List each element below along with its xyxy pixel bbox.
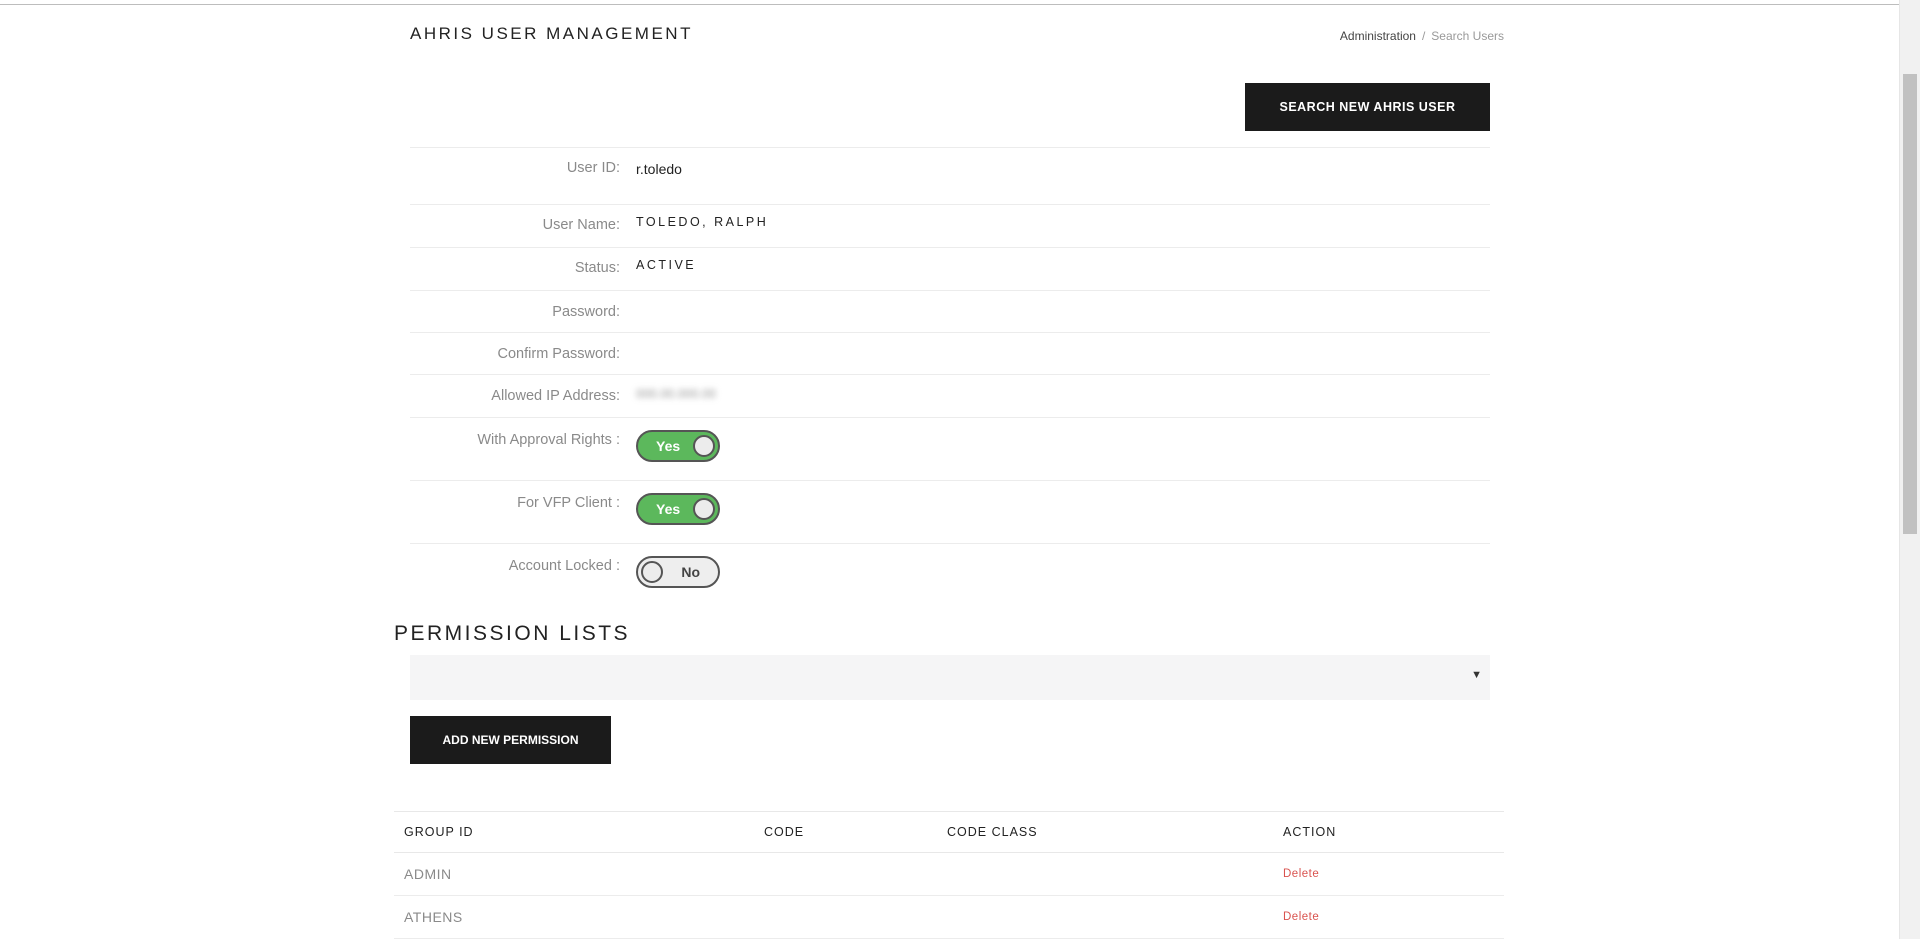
user-name-value: TOLEDO, RALPH [636, 215, 769, 229]
account-locked-state: No [681, 564, 700, 580]
code-cell [754, 852, 937, 896]
column-header-code-class[interactable]: CODE CLASS [937, 811, 1273, 853]
column-header-code[interactable]: CODE [754, 811, 937, 853]
account-locked-row: Account Locked : No [410, 543, 1490, 607]
user-name-row: User Name: TOLEDO, RALPH [410, 204, 1490, 248]
group-id-cell: ADMIN [394, 852, 754, 896]
table-row: ADMIN Delete [394, 852, 1504, 896]
toggle-knob [693, 435, 715, 457]
code-cell [754, 895, 937, 939]
dropdown-arrow-icon: ▼ [1471, 669, 1482, 681]
toggle-knob [693, 498, 715, 520]
table-row: ATHENS Delete [394, 895, 1504, 939]
scrollbar-thumb[interactable] [1903, 74, 1917, 534]
permissions-table: GROUP ID CODE CODE CLASS ACTION ADMIN De… [394, 811, 1504, 939]
password-label: Password: [552, 304, 620, 320]
delete-link[interactable]: Delete [1273, 852, 1504, 896]
approval-rights-toggle[interactable]: Yes [636, 430, 720, 462]
approval-rights-row: With Approval Rights : Yes [410, 417, 1490, 481]
user-id-value: r.toledo [636, 161, 682, 177]
confirm-password-label: Confirm Password: [497, 346, 620, 362]
allowed-ip-label: Allowed IP Address: [491, 388, 620, 404]
permission-select[interactable]: ▼ [410, 655, 1490, 700]
status-value: ACTIVE [636, 258, 697, 272]
delete-link[interactable]: Delete [1273, 895, 1504, 939]
status-label: Status: [574, 260, 620, 276]
approval-rights-label: With Approval Rights : [477, 432, 620, 448]
column-header-group-id[interactable]: GROUP ID [394, 811, 754, 853]
breadcrumb-administration[interactable]: Administration [1340, 29, 1416, 43]
code-class-cell [937, 852, 1273, 896]
account-locked-label: Account Locked : [508, 558, 620, 574]
permission-lists-title: PERMISSION LISTS [394, 622, 631, 645]
allowed-ip-row: Allowed IP Address: 000.00.000.00 [410, 374, 1490, 418]
group-id-cell: ATHENS [394, 895, 754, 939]
user-name-label: User Name: [542, 217, 620, 233]
vertical-scrollbar[interactable] [1899, 0, 1920, 939]
user-id-row: User ID: r.toledo [410, 147, 1490, 205]
breadcrumb: Administration / Search Users [1340, 29, 1504, 43]
status-row: Status: ACTIVE [410, 247, 1490, 291]
approval-rights-state: Yes [656, 438, 681, 454]
vfp-client-state: Yes [656, 501, 681, 517]
breadcrumb-separator: / [1421, 29, 1426, 43]
vfp-client-row: For VFP Client : Yes [410, 480, 1490, 544]
confirm-password-row: Confirm Password: [410, 332, 1490, 375]
password-row: Password: [410, 290, 1490, 333]
code-class-cell [937, 895, 1273, 939]
top-border [0, 4, 1920, 5]
user-id-label: User ID: [566, 160, 620, 176]
column-header-action: ACTION [1273, 811, 1504, 853]
add-new-permission-button[interactable]: ADD NEW PERMISSION [410, 716, 611, 764]
vfp-client-label: For VFP Client : [517, 495, 620, 511]
vfp-client-toggle[interactable]: Yes [636, 493, 720, 525]
allowed-ip-value: 000.00.000.00 [636, 387, 716, 401]
toggle-knob [641, 561, 663, 583]
page-title: AHRIS USER MANAGEMENT [410, 24, 693, 43]
search-new-user-button[interactable]: SEARCH NEW AHRIS USER [1245, 83, 1490, 131]
breadcrumb-search-users: Search Users [1431, 29, 1504, 43]
table-header-row: GROUP ID CODE CODE CLASS ACTION [394, 811, 1504, 853]
account-locked-toggle[interactable]: No [636, 556, 720, 588]
